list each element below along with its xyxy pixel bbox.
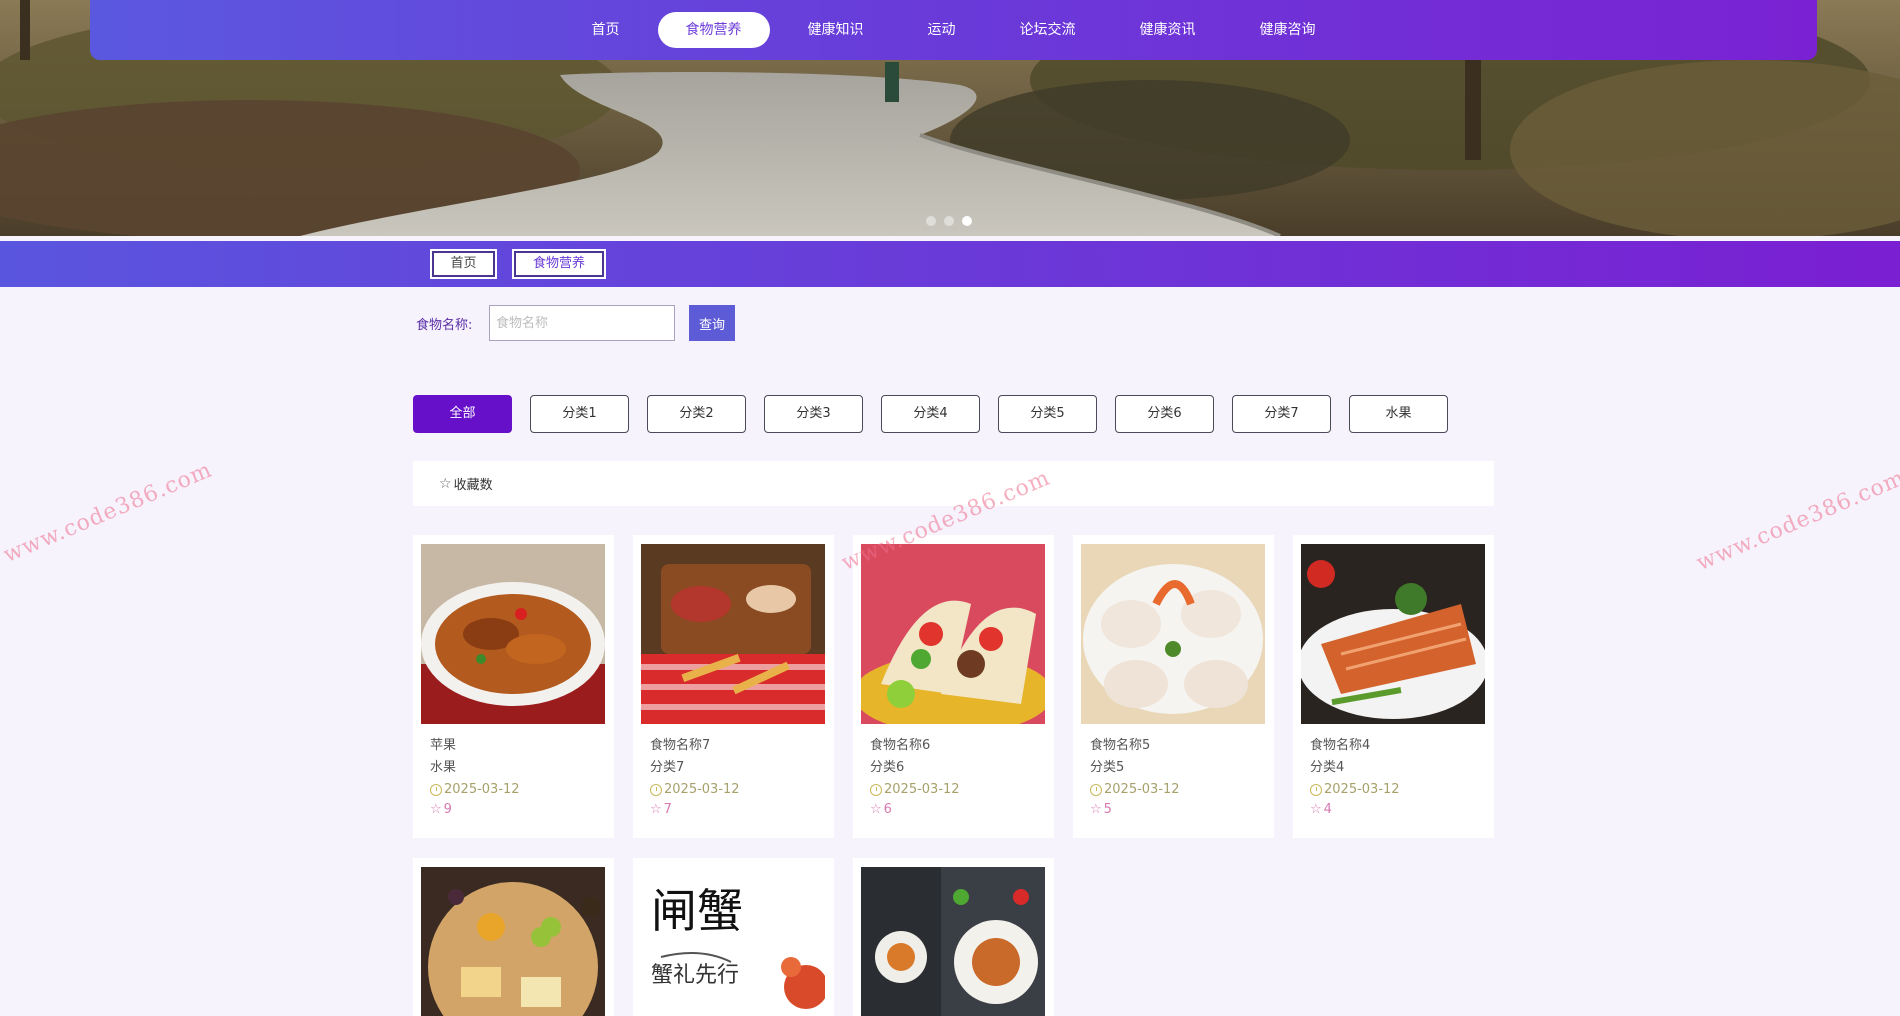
- search-input[interactable]: [489, 305, 675, 341]
- food-card[interactable]: 食物名称6 分类6 2025-03-12 ☆ 6: [853, 535, 1054, 838]
- food-category: 分类4: [1310, 760, 1345, 775]
- food-card[interactable]: 食物名称5 分类5 2025-03-12 ☆ 5: [1073, 535, 1274, 838]
- sort-favorites[interactable]: ☆ 收藏数: [439, 474, 493, 494]
- category-tab[interactable]: 分类2: [647, 395, 746, 433]
- nav-item[interactable]: 健康知识: [782, 12, 890, 48]
- food-image[interactable]: [861, 544, 1045, 724]
- top-navigation: 首页 食物营养 健康知识 运动 论坛交流 健康资讯 健康咨询: [90, 0, 1817, 60]
- category-tab[interactable]: 分类1: [530, 395, 629, 433]
- food-favorites: ☆ 9: [430, 802, 452, 817]
- category-tab[interactable]: 分类5: [998, 395, 1097, 433]
- carousel-dots: [926, 216, 972, 226]
- search-button[interactable]: 查询: [689, 305, 735, 341]
- breadcrumb-home[interactable]: 首页: [432, 251, 495, 277]
- category-tab[interactable]: 分类3: [764, 395, 863, 433]
- star-icon: ☆: [1310, 802, 1322, 817]
- food-date-text: 2025-03-12: [1324, 782, 1400, 797]
- nav-item[interactable]: 食物营养: [657, 12, 770, 48]
- food-favorites: ☆ 7: [650, 802, 672, 817]
- food-image[interactable]: 闸蟹 蟹礼先行: [641, 867, 825, 1016]
- carousel-dot[interactable]: [962, 216, 972, 226]
- star-icon: ☆: [870, 802, 882, 817]
- category-tabs: 全部 分类1 分类2 分类3 分类4 分类5 分类6 分类7 水果: [413, 395, 1466, 433]
- breadcrumb-current[interactable]: 食物营养: [514, 251, 604, 277]
- food-card[interactable]: 食物名称7 分类7 2025-03-12 ☆ 7: [633, 535, 834, 838]
- svg-text:蟹礼先行: 蟹礼先行: [651, 963, 739, 988]
- food-favorites: ☆ 5: [1090, 802, 1112, 817]
- clock-icon: [650, 783, 662, 796]
- food-card[interactable]: [413, 858, 614, 1016]
- nav-item[interactable]: 健康咨询: [1234, 12, 1342, 48]
- food-date-text: 2025-03-12: [884, 782, 960, 797]
- nav-item[interactable]: 健康资讯: [1114, 12, 1222, 48]
- food-date: 2025-03-12: [650, 782, 740, 797]
- food-favorites-count: 7: [663, 802, 672, 817]
- food-image[interactable]: [1301, 544, 1485, 724]
- food-card[interactable]: 食物名称4 分类4 2025-03-12 ☆ 4: [1293, 535, 1494, 838]
- star-icon: ☆: [430, 802, 442, 817]
- food-date-text: 2025-03-12: [444, 782, 520, 797]
- food-category: 分类6: [870, 760, 905, 775]
- food-name: 苹果: [430, 738, 457, 753]
- food-date: 2025-03-12: [1310, 782, 1400, 797]
- food-date: 2025-03-12: [870, 782, 960, 797]
- sort-bar: ☆ 收藏数: [413, 461, 1494, 506]
- food-image[interactable]: [1081, 544, 1265, 724]
- food-category: 水果: [430, 760, 457, 775]
- category-tab[interactable]: 分类6: [1115, 395, 1214, 433]
- food-name: 食物名称6: [870, 738, 931, 753]
- food-category: 分类7: [650, 760, 685, 775]
- food-image[interactable]: [421, 867, 605, 1016]
- food-favorites: ☆ 4: [1310, 802, 1332, 817]
- food-image[interactable]: [641, 544, 825, 724]
- clock-icon: [1310, 783, 1322, 796]
- star-icon: ☆: [1090, 802, 1102, 817]
- food-name: 食物名称5: [1090, 738, 1151, 753]
- nav-item[interactable]: 首页: [566, 12, 646, 48]
- food-date-text: 2025-03-12: [1104, 782, 1180, 797]
- food-image[interactable]: [421, 544, 605, 724]
- watermark: www.code386.com: [0, 457, 216, 569]
- clock-icon: [1090, 783, 1102, 796]
- food-favorites-count: 4: [1323, 802, 1332, 817]
- breadcrumb: 首页 食物营养: [0, 241, 1900, 287]
- clock-icon: [870, 783, 882, 796]
- search-label: 食物名称:: [416, 318, 473, 333]
- carousel-dot[interactable]: [926, 216, 936, 226]
- star-icon: ☆: [439, 475, 452, 492]
- food-favorites-count: 5: [1103, 802, 1112, 817]
- food-name: 食物名称4: [1310, 738, 1371, 753]
- food-date-text: 2025-03-12: [664, 782, 740, 797]
- food-date: 2025-03-12: [430, 782, 520, 797]
- category-tab[interactable]: 水果: [1349, 395, 1448, 433]
- sort-favorites-label: 收藏数: [453, 478, 493, 493]
- food-date: 2025-03-12: [1090, 782, 1180, 797]
- category-tab[interactable]: 全部: [413, 395, 512, 433]
- nav-item[interactable]: 运动: [902, 12, 982, 48]
- carousel-dot[interactable]: [944, 216, 954, 226]
- food-favorites: ☆ 6: [870, 802, 892, 817]
- food-favorites-count: 6: [883, 802, 892, 817]
- food-name: 食物名称7: [650, 738, 711, 753]
- food-category: 分类5: [1090, 760, 1125, 775]
- star-icon: ☆: [650, 802, 662, 817]
- watermark: www.code386.com: [1693, 465, 1900, 577]
- food-card[interactable]: 苹果 水果 2025-03-12 ☆ 9: [413, 535, 614, 838]
- clock-icon: [430, 783, 442, 796]
- food-favorites-count: 9: [443, 802, 452, 817]
- food-card[interactable]: [853, 858, 1054, 1016]
- svg-text:闸蟹: 闸蟹: [651, 884, 743, 938]
- nav-item[interactable]: 论坛交流: [994, 12, 1102, 48]
- category-tab[interactable]: 分类4: [881, 395, 980, 433]
- food-image[interactable]: [861, 867, 1045, 1016]
- category-tab[interactable]: 分类7: [1232, 395, 1331, 433]
- food-card[interactable]: 闸蟹 蟹礼先行: [633, 858, 834, 1016]
